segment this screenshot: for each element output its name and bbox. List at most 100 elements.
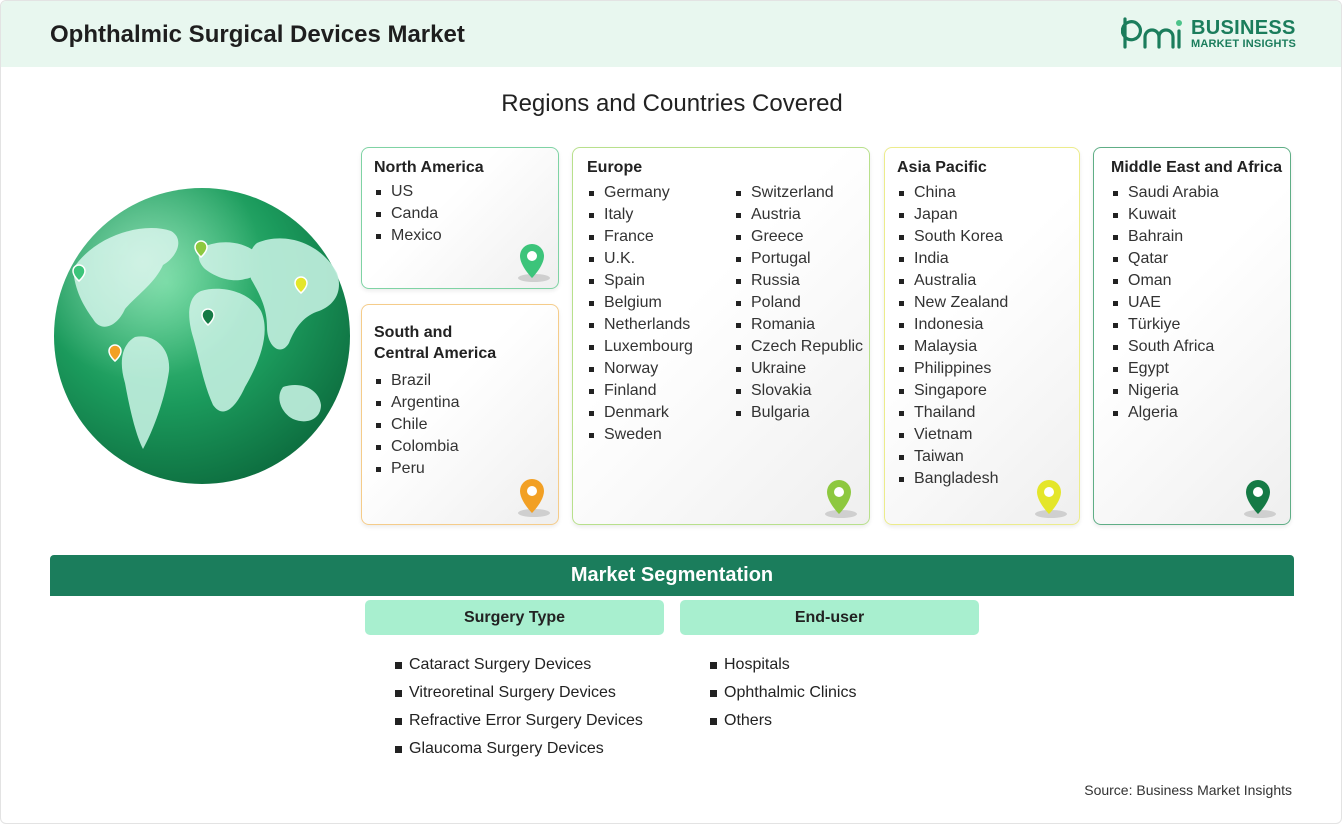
list-item: Singapore	[898, 380, 1008, 402]
list-item: Germany	[588, 182, 693, 204]
list-item: France	[588, 226, 693, 248]
list-item: Qatar	[1112, 248, 1219, 270]
region-card-middle-east-africa: Middle East and Africa Saudi Arabia Kuwa…	[1093, 147, 1291, 525]
region-title: Europe	[587, 159, 643, 176]
segmentation-title-bar: Market Segmentation	[50, 555, 1294, 596]
segment-heading-surgery-type: Surgery Type	[365, 600, 664, 635]
list-item: South Korea	[898, 226, 1008, 248]
list-item: Luxembourg	[588, 336, 693, 358]
list-item: China	[898, 182, 1008, 204]
list-item: Others	[710, 707, 856, 735]
list-item: Vitreoretinal Surgery Devices	[395, 679, 643, 707]
list-item: Vietnam	[898, 424, 1008, 446]
region-title: Middle East and Africa	[1111, 159, 1282, 176]
logo-text-market-insights: MARKET INSIGHTS	[1191, 38, 1297, 50]
region-card-europe: Europe Germany Italy France U.K. Spain B…	[572, 147, 870, 525]
region-card-south-central-america: South and Central America Brazil Argenti…	[361, 304, 559, 525]
list-item: Hospitals	[710, 651, 856, 679]
list-item: Bahrain	[1112, 226, 1219, 248]
region-title: Asia Pacific	[897, 159, 987, 176]
list-item: Japan	[898, 204, 1008, 226]
globe-icon	[54, 188, 350, 484]
region-title: North America	[374, 159, 484, 176]
list-item: Belgium	[588, 292, 693, 314]
segment-heading-end-user: End-user	[680, 600, 979, 635]
list-item: Türkiye	[1112, 314, 1219, 336]
list-item: Greece	[735, 226, 863, 248]
list-item: Bangladesh	[898, 468, 1008, 490]
regions-title: Regions and Countries Covered	[501, 90, 843, 117]
region-card-asia-pacific: Asia Pacific China Japan South Korea Ind…	[884, 147, 1080, 525]
region-title-line1: South and	[374, 324, 453, 341]
list-item: Sweden	[588, 424, 693, 446]
country-list-col1: Germany Italy France U.K. Spain Belgium …	[588, 182, 693, 446]
list-item: Ukraine	[735, 358, 863, 380]
segment-list-surgery-type: Cataract Surgery Devices Vitreoretinal S…	[395, 651, 643, 763]
source-note: Source: Business Market Insights	[1084, 782, 1292, 798]
list-item: U.K.	[588, 248, 693, 270]
list-item: Italy	[588, 204, 693, 226]
list-item: Algeria	[1112, 402, 1219, 424]
map-pin-icon	[518, 244, 550, 282]
list-item: Glaucoma Surgery Devices	[395, 735, 643, 763]
list-item: Oman	[1112, 270, 1219, 292]
list-item: Romania	[735, 314, 863, 336]
list-item: Ophthalmic Clinics	[710, 679, 856, 707]
list-item: Cataract Surgery Devices	[395, 651, 643, 679]
list-item: Refractive Error Surgery Devices	[395, 707, 643, 735]
list-item: Bulgaria	[735, 402, 863, 424]
region-card-north-america: North America US Canda Mexico	[361, 147, 559, 289]
list-item: Thailand	[898, 402, 1008, 424]
list-item: Malaysia	[898, 336, 1008, 358]
list-item: Canda	[375, 203, 442, 225]
map-pin-icon	[1035, 480, 1067, 518]
region-title-line2: Central America	[374, 345, 497, 362]
list-item: Nigeria	[1112, 380, 1219, 402]
bmi-logo-icon	[1121, 17, 1182, 49]
list-item: Taiwan	[898, 446, 1008, 468]
list-item: Brazil	[375, 370, 460, 392]
list-item: US	[375, 181, 442, 203]
list-item: Portugal	[735, 248, 863, 270]
map-pin-icon	[518, 479, 550, 517]
list-item: Czech Republic	[735, 336, 863, 358]
list-item: Spain	[588, 270, 693, 292]
map-pin-icon	[825, 480, 857, 518]
list-item: UAE	[1112, 292, 1219, 314]
map-pin-icon	[1244, 480, 1276, 518]
list-item: Russia	[735, 270, 863, 292]
brand-logo: BUSINESS MARKET INSIGHTS	[1121, 15, 1301, 55]
list-item: Poland	[735, 292, 863, 314]
country-list: Brazil Argentina Chile Colombia Peru	[375, 370, 460, 480]
list-item: Chile	[375, 414, 460, 436]
list-item: Switzerland	[735, 182, 863, 204]
list-item: India	[898, 248, 1008, 270]
list-item: South Africa	[1112, 336, 1219, 358]
list-item: Peru	[375, 458, 460, 480]
list-item: Slovakia	[735, 380, 863, 402]
list-item: Denmark	[588, 402, 693, 424]
list-item: Egypt	[1112, 358, 1219, 380]
segment-list-end-user: Hospitals Ophthalmic Clinics Others	[710, 651, 856, 735]
country-list: China Japan South Korea India Australia …	[898, 182, 1008, 490]
list-item: Argentina	[375, 392, 460, 414]
infographic-frame: Ophthalmic Surgical Devices Market BUSIN…	[0, 0, 1342, 824]
header-bar: Ophthalmic Surgical Devices Market BUSIN…	[1, 1, 1341, 67]
country-list: Saudi Arabia Kuwait Bahrain Qatar Oman U…	[1112, 182, 1219, 424]
logo-text-business: BUSINESS	[1191, 17, 1296, 39]
list-item: Austria	[735, 204, 863, 226]
list-item: Colombia	[375, 436, 460, 458]
list-item: Norway	[588, 358, 693, 380]
list-item: Finland	[588, 380, 693, 402]
list-item: Kuwait	[1112, 204, 1219, 226]
list-item: Australia	[898, 270, 1008, 292]
list-item: Indonesia	[898, 314, 1008, 336]
country-list: US Canda Mexico	[375, 181, 442, 247]
list-item: Mexico	[375, 225, 442, 247]
list-item: New Zealand	[898, 292, 1008, 314]
country-list-col2: Switzerland Austria Greece Portugal Russ…	[735, 182, 863, 424]
list-item: Saudi Arabia	[1112, 182, 1219, 204]
region-title: South and Central America	[374, 322, 496, 364]
page-title: Ophthalmic Surgical Devices Market	[50, 21, 465, 48]
list-item: Netherlands	[588, 314, 693, 336]
